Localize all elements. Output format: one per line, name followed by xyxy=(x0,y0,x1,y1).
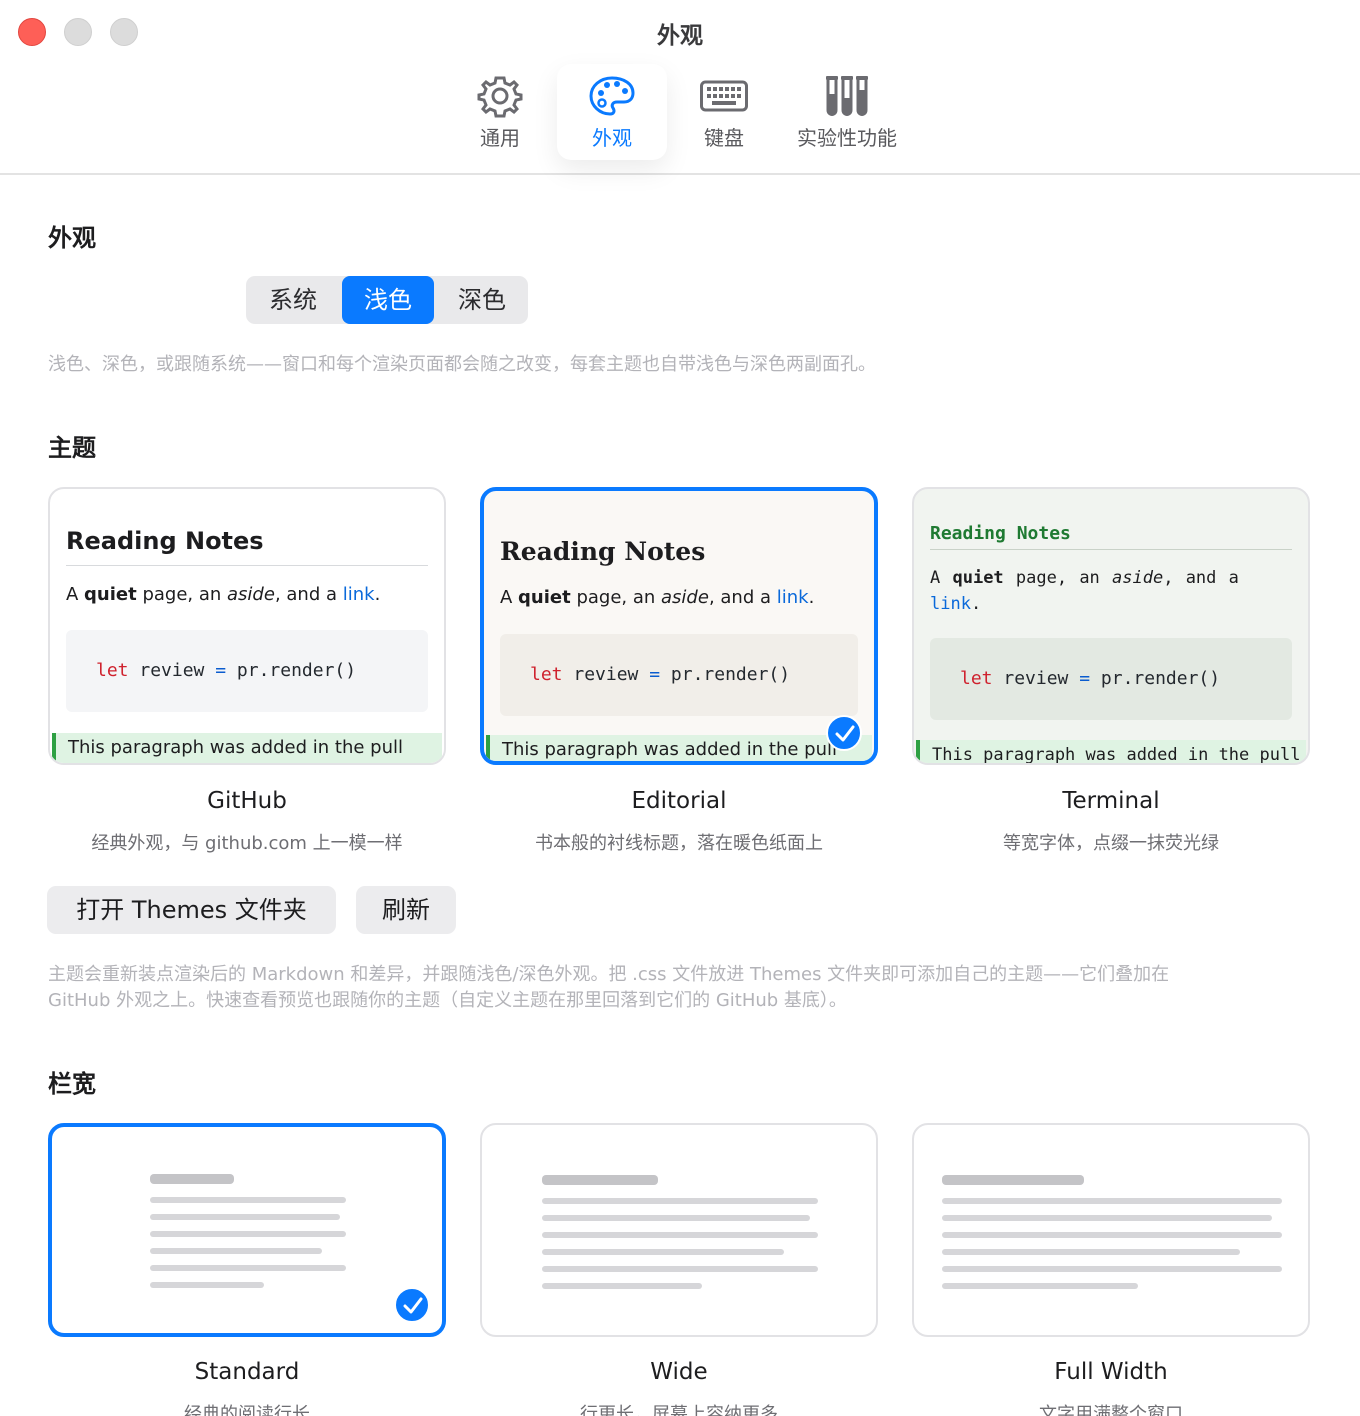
checkmark-icon xyxy=(394,1287,430,1323)
segment-dark[interactable]: 深色 xyxy=(436,276,528,324)
themes-section-title: 主题 xyxy=(48,434,96,462)
appearance-segmented-control: 系统 浅色 深色 xyxy=(246,276,528,324)
width-name-standard: Standard xyxy=(194,1359,300,1385)
preview-heading: Reading Notes xyxy=(66,527,264,555)
column-width-wide[interactable] xyxy=(480,1123,878,1337)
preview-heading: Reading Notes xyxy=(930,523,1071,544)
width-desc-wide: 行更长，屏幕上容纳更多 xyxy=(580,1404,778,1416)
preview-heading: Reading Notes xyxy=(500,537,706,566)
open-themes-folder-button[interactable]: 打开 Themes 文件夹 xyxy=(47,886,336,934)
heading-rule xyxy=(930,549,1292,550)
gear-icon xyxy=(477,76,523,118)
theme-card-terminal[interactable]: Reading Notes A quiet page, an aside, an… xyxy=(912,487,1310,765)
window-title: 外观 xyxy=(657,23,703,49)
theme-name-github: GitHub xyxy=(207,788,287,814)
theme-card-github[interactable]: Reading Notes A quiet page, an aside, an… xyxy=(48,487,446,765)
preview-paragraph: A quiet page, an aside, and a link. xyxy=(500,587,815,608)
preview-diff-added: This paragraph was added in the pull xyxy=(916,740,1306,763)
preview-code-block: let review = pr.render() xyxy=(66,630,428,712)
column-width-full[interactable] xyxy=(912,1123,1310,1337)
palette-icon xyxy=(589,76,635,116)
toolbar: 外观 通用 外观 键盘 实验性功能 xyxy=(0,0,1360,175)
width-desc-standard: 经典的阅读行长 xyxy=(184,1404,310,1416)
preview-diff-added: This paragraph was added in the pull xyxy=(486,735,872,761)
refresh-button[interactable]: 刷新 xyxy=(356,886,456,934)
segment-system[interactable]: 系统 xyxy=(246,276,340,324)
preview-code-block: let review = pr.render() xyxy=(500,634,858,716)
tab-keyboard[interactable]: 键盘 xyxy=(668,64,780,160)
tab-experimental[interactable]: 实验性功能 xyxy=(782,64,912,160)
test-tubes-icon xyxy=(826,76,868,116)
themes-hint-line-1: 主题会重新装点渲染后的 Markdown 和差异，并跟随浅色/深色外观。把 .c… xyxy=(48,964,1170,985)
preferences-tabs: 通用 外观 键盘 实验性功能 xyxy=(0,64,1360,160)
preview-code-block: let review = pr.render() xyxy=(930,638,1292,720)
heading-rule xyxy=(66,565,428,566)
theme-card-editorial[interactable]: Reading Notes A quiet page, an aside, an… xyxy=(480,487,878,765)
keyboard-icon xyxy=(700,80,748,112)
column-width-standard[interactable] xyxy=(48,1123,446,1337)
tab-label: 实验性功能 xyxy=(797,126,897,150)
preview-paragraph: A quiet page, an aside, and a link. xyxy=(66,584,381,605)
theme-name-editorial: Editorial xyxy=(631,788,727,814)
width-name-full: Full Width xyxy=(1054,1359,1168,1385)
segment-light[interactable]: 浅色 xyxy=(342,276,434,324)
tab-appearance[interactable]: 外观 xyxy=(557,64,667,160)
width-desc-full: 文字用满整个窗口 xyxy=(1039,1404,1183,1416)
tab-label: 通用 xyxy=(480,126,520,150)
theme-name-terminal: Terminal xyxy=(1062,788,1160,814)
checkmark-icon xyxy=(826,715,862,751)
tab-label: 外观 xyxy=(592,126,632,150)
appearance-section-title: 外观 xyxy=(48,224,96,252)
tab-general[interactable]: 通用 xyxy=(444,64,556,160)
theme-desc-terminal: 等宽字体，点缀一抹荧光绿 xyxy=(1003,833,1219,854)
preview-diff-added: This paragraph was added in the pull xyxy=(52,733,442,763)
column-width-section-title: 栏宽 xyxy=(48,1070,96,1098)
width-name-wide: Wide xyxy=(650,1359,708,1385)
appearance-hint: 浅色、深色，或跟随系统——窗口和每个渲染页面都会随之改变，每套主题也自带浅色与深… xyxy=(48,354,876,375)
tab-label: 键盘 xyxy=(704,126,744,150)
preview-paragraph: A quiet page, an aside, and a link. xyxy=(930,568,1239,614)
theme-desc-github: 经典外观，与 github.com 上一模一样 xyxy=(91,833,403,854)
theme-desc-editorial: 书本般的衬线标题，落在暖色纸面上 xyxy=(535,833,823,854)
themes-hint-line-2: GitHub 外观之上。快速查看预览也跟随你的主题（自定义主题在那里回落到它们的… xyxy=(48,990,847,1011)
